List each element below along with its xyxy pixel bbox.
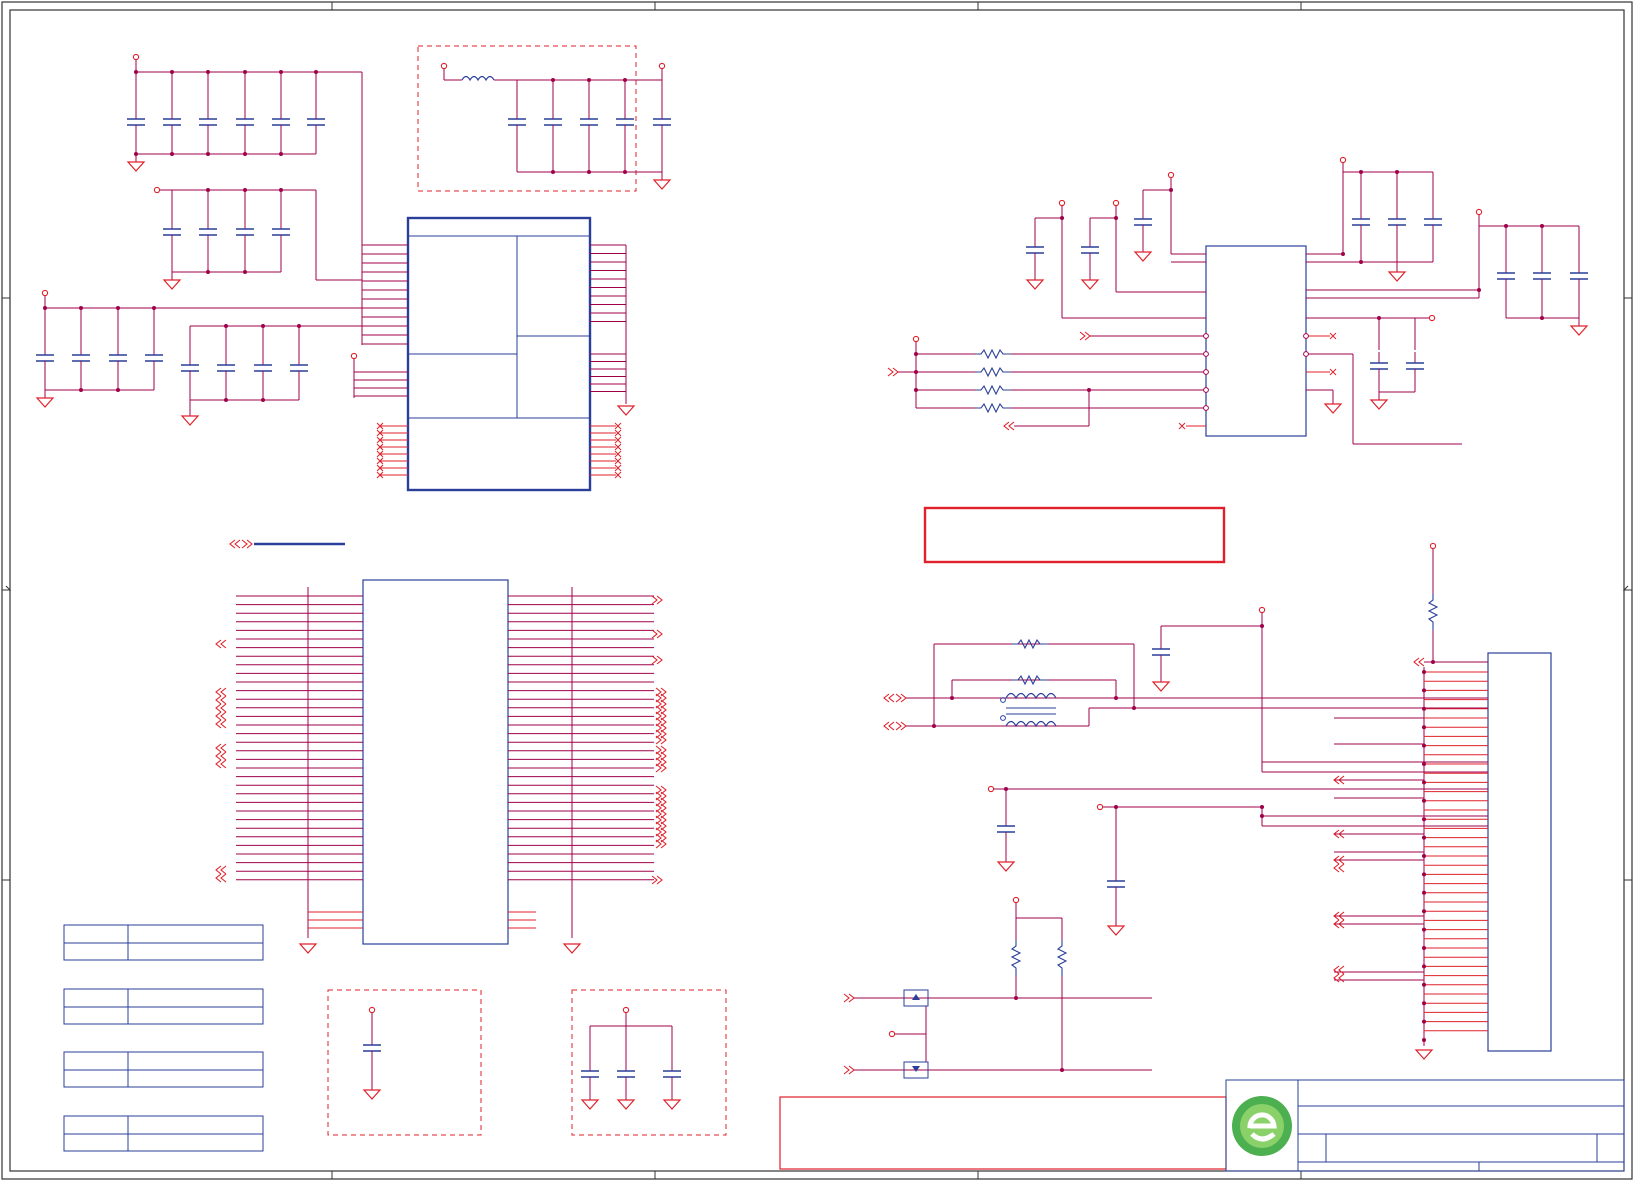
level-shifter (843, 896, 1152, 1079)
junction-dot (1422, 780, 1426, 785)
optional-cap-block-2 (571, 989, 727, 1136)
signal-arrow-icon (1333, 973, 1345, 983)
main-ic (406, 216, 592, 492)
junction-dot (1422, 725, 1426, 730)
signal-arrow-icon (215, 743, 227, 753)
junction-dot (1422, 762, 1426, 766)
junction-dot (1422, 872, 1426, 877)
junction-dot (1422, 1038, 1426, 1042)
note-box-bottom (779, 1096, 1227, 1170)
junction-dot (1422, 1001, 1426, 1006)
decoupling-bank-4 (180, 324, 362, 426)
connector-right-pins (508, 595, 667, 929)
connector-left-pins (215, 595, 363, 929)
regulator-output-caps (1306, 156, 1443, 282)
info-table-1 (63, 924, 264, 961)
junction-dot (1422, 854, 1426, 858)
main-ic-power-pin (350, 352, 358, 398)
junction-dot (1422, 964, 1426, 969)
display-connector-pins (1333, 670, 1488, 1042)
signal-arrow-icon (651, 655, 663, 665)
signal-arrow-icon (215, 695, 227, 705)
junction-dot (1422, 946, 1426, 950)
junction-dot (1422, 982, 1426, 987)
regulator-input-caps (1025, 171, 1206, 319)
info-table-2 (63, 988, 264, 1025)
signal-arrow-icon (651, 595, 663, 605)
signal-arrow-icon (655, 763, 667, 773)
junction-dot (1422, 817, 1426, 822)
signal-arrow-icon (215, 873, 227, 883)
ground-icon (617, 405, 635, 416)
signal-arrow-icon (655, 839, 667, 849)
junction-dot (1422, 688, 1426, 693)
inductor-icon (461, 75, 495, 82)
signal-arrow-icon (215, 639, 227, 649)
junction-dot (1422, 890, 1426, 895)
regulator-ic (1205, 245, 1307, 437)
filter-block (417, 45, 672, 192)
junction-dot (1422, 909, 1426, 914)
info-table-4 (63, 1115, 264, 1152)
display-pullup (1413, 542, 1488, 667)
connector-ic (299, 579, 581, 954)
decoupling-bank-2 (153, 186, 362, 290)
signal-arrow-icon (215, 719, 227, 729)
signal-arrow-icon (215, 751, 227, 761)
optional-cap-block-1 (327, 989, 482, 1136)
junction-dot (1422, 927, 1426, 932)
junction-dot (1422, 798, 1426, 803)
signal-arrow-icon (215, 759, 227, 769)
decoupling-bank-3 (35, 289, 362, 408)
company-logo-icon (1232, 1096, 1292, 1156)
info-table-3 (63, 1051, 264, 1088)
sheet-frame (1, 1, 1633, 1180)
signal-arrow-icon (1333, 863, 1345, 873)
signal-arrow-icon (215, 865, 227, 875)
regulator-inputs (887, 331, 1309, 431)
signal-arrow-icon (215, 687, 227, 697)
main-ic-right-pins (590, 244, 635, 479)
junction-dot (1422, 670, 1426, 674)
schematic-sheet (1, 1, 1633, 1180)
signal-arrow-icon (215, 703, 227, 713)
signal-arrow-icon (215, 711, 227, 721)
junction-dot (1422, 835, 1426, 840)
junction-dot (1422, 706, 1426, 711)
signal-arrow-icon (655, 735, 667, 745)
display-interface-wires (883, 606, 1488, 936)
bus-link (229, 539, 345, 549)
note-box (923, 506, 1226, 564)
signal-arrow-icon (651, 629, 663, 639)
regulator-bulk-caps (1306, 208, 1589, 336)
signal-arrow-icon (1333, 965, 1345, 975)
junction-dot (1422, 1019, 1426, 1024)
regulator-feedback (1306, 314, 1462, 445)
